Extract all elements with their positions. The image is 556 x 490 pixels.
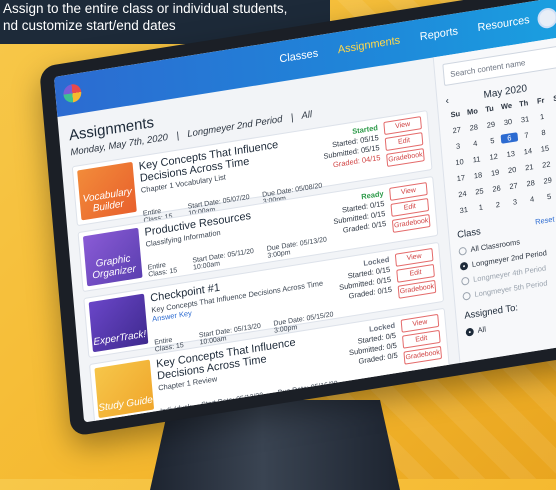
reset-filters-link[interactable]: Reset Filters	[535, 211, 556, 229]
gradebook-button[interactable]: Gradebook	[386, 148, 425, 167]
app-logo-icon[interactable]	[63, 83, 82, 104]
calendar-day[interactable]: 27	[448, 124, 466, 136]
calendar-day[interactable]: 13	[502, 148, 520, 160]
calendar-day[interactable]: 1	[533, 111, 551, 123]
calendar-dow: We	[498, 100, 516, 112]
calendar-dow: Sa	[549, 92, 556, 104]
nav-assignments[interactable]: Assignments	[337, 34, 400, 56]
gradebook-button[interactable]: Gradebook	[398, 280, 437, 299]
assignment-actions: View Edit Gradebook	[394, 309, 448, 375]
chevron-left-icon[interactable]: ‹	[445, 96, 449, 108]
calendar-day[interactable]: 29	[482, 119, 500, 131]
subtitle-divider: |	[176, 130, 179, 141]
calendar-day[interactable]: 19	[486, 167, 504, 179]
radio-icon	[458, 246, 467, 255]
calendar-day[interactable]: 31	[455, 204, 473, 216]
calendar-day[interactable]: 1	[472, 201, 490, 213]
calendar-day[interactable]: 7	[518, 129, 536, 141]
calendar-day[interactable]: 28	[465, 122, 483, 134]
calendar-day[interactable]: 21	[520, 161, 538, 173]
calendar-day[interactable]: 4	[466, 138, 484, 150]
nav-reports[interactable]: Reports	[419, 25, 458, 43]
calendar-day[interactable]: 31	[516, 113, 534, 125]
calendar-day[interactable]: 8	[535, 127, 553, 139]
assignments-panel: Assignments Monday, May 7th, 2020 | Long…	[57, 58, 459, 423]
calendar-day[interactable]: 10	[451, 156, 469, 168]
calendar-day[interactable]: 5	[540, 191, 556, 203]
calendar-day[interactable]: 25	[470, 186, 488, 198]
calendar-day[interactable]: 3	[449, 140, 467, 152]
calendar-grid: SuMoTuWeThFrSa27282930311234567891011121…	[446, 92, 556, 216]
calendar-day[interactable]: 2	[550, 108, 556, 120]
assignment-actions: View Edit Gradebook	[389, 243, 443, 309]
calendar-dow: Tu	[481, 103, 499, 115]
class-label: Class	[457, 226, 481, 241]
calendar-dow: Mo	[464, 106, 482, 118]
expertrack-thumbnail: ExperTrack!	[89, 294, 149, 353]
calendar-dow: Su	[446, 108, 464, 120]
radio-selected-icon	[465, 327, 474, 336]
calendar-dow: Fr	[532, 95, 550, 107]
subtitle-divider: |	[290, 112, 293, 123]
calendar-day[interactable]: 3	[506, 196, 524, 208]
calendar-day[interactable]: 20	[503, 164, 521, 176]
class-option-label: All Classrooms	[470, 237, 520, 254]
radio-selected-icon	[460, 261, 469, 270]
assignment-actions: View Edit Gradebook	[383, 177, 437, 243]
assignment-status: Started Started: 05/15 Submitted: 05/15 …	[318, 119, 382, 186]
radio-icon	[461, 276, 470, 285]
vocabulary-builder-thumbnail: Vocabulary Builder	[77, 162, 137, 221]
calendar-day[interactable]: 5	[483, 135, 501, 147]
nav-classes[interactable]: Classes	[279, 47, 319, 65]
calendar-day[interactable]: 24	[453, 188, 471, 200]
assignee: Entire Class: 15	[147, 259, 183, 279]
calendar-day[interactable]: 6	[500, 132, 518, 144]
due-date: Due Date: 05/13/20 3:00pm	[267, 236, 329, 260]
calendar-day[interactable]: 2	[489, 199, 507, 211]
study-guide-thumbnail: Study Guide	[94, 360, 154, 419]
calendar-day[interactable]: 12	[485, 151, 503, 163]
calendar-day[interactable]: 17	[452, 172, 470, 184]
graphic-organizer-thumbnail: Graphic Organizer	[83, 228, 143, 287]
subtitle-filter[interactable]: All	[301, 109, 312, 122]
radio-icon	[462, 291, 471, 300]
nav-resources[interactable]: Resources	[477, 14, 530, 34]
monitor: Classes Assignments Reports Resources As…	[4, 0, 556, 479]
calendar-day[interactable]: 14	[519, 145, 537, 157]
assignment-status: Locked Started: 0/5 Submitted: 0/5 Grade…	[335, 317, 399, 384]
calendar-day[interactable]: 27	[505, 180, 523, 192]
gradebook-button[interactable]: Gradebook	[403, 346, 442, 365]
assignment-actions: View Edit Gradebook	[377, 111, 431, 177]
gradebook-button[interactable]: Gradebook	[392, 214, 431, 233]
assignment-status: Ready Started: 0/15 Submitted: 0/15 Grad…	[324, 185, 388, 252]
calendar-day[interactable]: 29	[539, 175, 556, 187]
calendar-day[interactable]: 22	[537, 159, 555, 171]
calendar-day[interactable]: 18	[469, 170, 487, 182]
assigned-option-label: All	[477, 325, 486, 335]
calendar-day[interactable]: 9	[552, 124, 556, 136]
calendar-dow: Th	[515, 98, 533, 110]
calendar-day[interactable]: 28	[522, 177, 540, 189]
assignment-status: Locked Started: 0/15 Submitted: 0/15 Gra…	[329, 251, 393, 318]
calendar-day[interactable]: 30	[499, 116, 517, 128]
calendar-day[interactable]: 26	[488, 183, 506, 195]
calendar-day[interactable]: 4	[523, 193, 541, 205]
calendar-day[interactable]: 15	[536, 143, 554, 155]
profile-avatar[interactable]	[537, 7, 556, 30]
start-date: Start Date: 05/11/20 10:00am	[192, 247, 258, 271]
calendar-day[interactable]: 11	[468, 154, 486, 166]
